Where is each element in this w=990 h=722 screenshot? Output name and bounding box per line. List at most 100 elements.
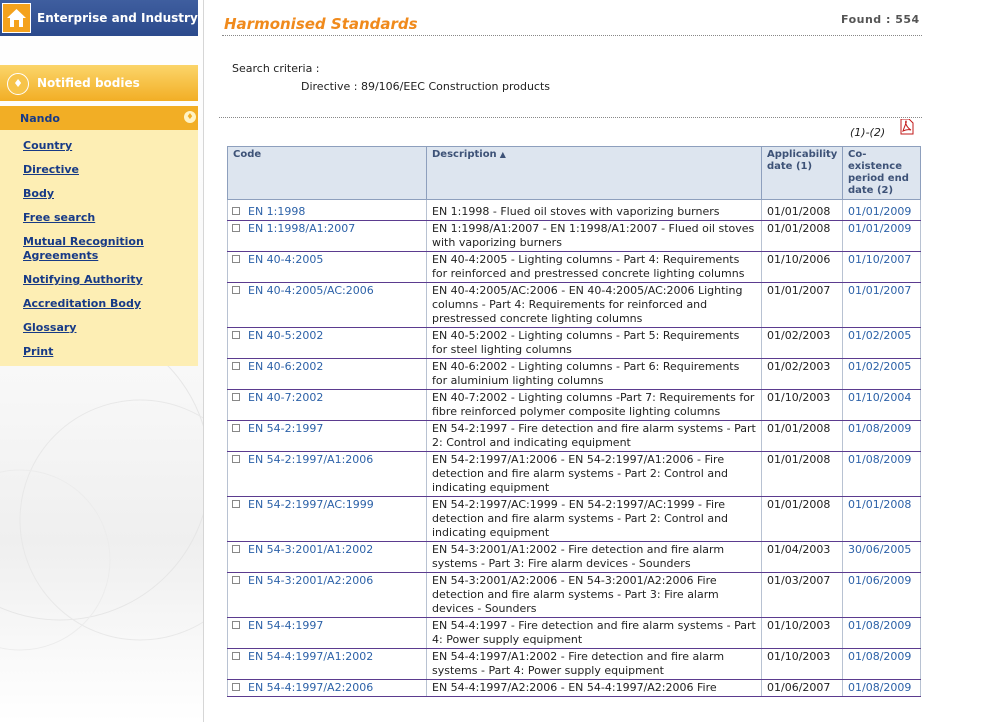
row-checkbox[interactable]	[232, 255, 240, 263]
menu-item-notifying-authority[interactable]: Notifying Authority	[23, 273, 143, 287]
coexistence-date-link[interactable]: 01/10/2004	[848, 391, 911, 404]
row-checkbox[interactable]	[232, 500, 240, 508]
coexistence-date-link[interactable]: 01/01/2009	[848, 205, 911, 218]
menu-item-mutual-recognition-agreements[interactable]: Mutual Recognition Agreements	[23, 235, 153, 263]
standard-code-link[interactable]: EN 40-4:2005	[248, 253, 323, 266]
sort-ascending-icon: ▲	[499, 150, 506, 159]
description-cell: EN 54-3:2001/A1:2002 - Fire detection an…	[426, 541, 762, 573]
row-checkbox[interactable]	[232, 683, 240, 691]
coexistence-date-cell: 01/01/2009	[842, 204, 921, 221]
table-row: EN 54-4:1997/A1:2002 EN 54-4:1997/A1:2002…	[227, 648, 921, 680]
menu-item-body[interactable]: Body	[23, 187, 54, 201]
home-icon	[2, 3, 31, 33]
coexistence-date-cell: 01/01/2009	[842, 220, 921, 252]
applicability-date: 01/10/2003	[761, 617, 843, 649]
menu-item-country[interactable]: Country	[23, 139, 72, 153]
standard-code-link[interactable]: EN 1:1998/A1:2007	[248, 222, 355, 235]
coexistence-date-link[interactable]: 30/06/2005	[848, 543, 911, 556]
standard-code-link[interactable]: EN 54-4:1997	[248, 619, 323, 632]
coexistence-date-link[interactable]: 01/01/2008	[848, 498, 911, 511]
coexistence-date-link[interactable]: 01/02/2005	[848, 360, 911, 373]
applicability-date: 01/01/2008	[761, 496, 843, 542]
coexistence-date-cell: 01/01/2007	[842, 282, 921, 328]
standard-code-link[interactable]: EN 54-2:1997/A1:2006	[248, 453, 373, 466]
code-cell: EN 40-4:2005/AC:2006	[227, 282, 427, 328]
standard-code-link[interactable]: EN 40-6:2002	[248, 360, 323, 373]
row-checkbox[interactable]	[232, 393, 240, 401]
column-header-code[interactable]: Code	[227, 146, 427, 200]
code-cell: EN 54-4:1997/A2:2006	[227, 679, 427, 697]
table-row: EN 54-2:1997 EN 54-2:1997 - Fire detectio…	[227, 420, 921, 452]
coexistence-date-cell: 01/08/2009	[842, 679, 921, 697]
coexistence-date-link[interactable]: 01/01/2007	[848, 284, 911, 297]
row-checkbox[interactable]	[232, 652, 240, 660]
coexistence-date-link[interactable]: 01/10/2007	[848, 253, 911, 266]
code-cell: EN 1:1998	[227, 204, 427, 221]
coexistence-date-link[interactable]: 01/08/2009	[848, 681, 911, 694]
column-header-applicability[interactable]: Applicability date (1)	[761, 146, 843, 200]
row-checkbox[interactable]	[232, 424, 240, 432]
table-header-row: Code Description ▲ Applicability date (1)…	[227, 146, 921, 200]
column-header-coexistence[interactable]: Co-existence period end date (2)	[842, 146, 921, 200]
standard-code-link[interactable]: EN 54-3:2001/A1:2002	[248, 543, 373, 556]
code-cell: EN 40-6:2002	[227, 358, 427, 390]
pdf-icon[interactable]	[900, 118, 914, 135]
row-checkbox[interactable]	[232, 207, 240, 215]
code-cell: EN 54-2:1997/AC:1999	[227, 496, 427, 542]
description-cell: EN 1:1998 - Flued oil stoves with vapori…	[426, 204, 762, 221]
standard-code-link[interactable]: EN 54-4:1997/A2:2006	[248, 681, 373, 694]
code-cell: EN 54-4:1997/A1:2002	[227, 648, 427, 680]
nando-menu: Country Directive Body Free search Mutua…	[0, 130, 198, 366]
standard-code-link[interactable]: EN 40-5:2002	[248, 329, 323, 342]
standard-code-link[interactable]: EN 54-4:1997/A1:2002	[248, 650, 373, 663]
pagination[interactable]: (1)-(2)	[850, 126, 885, 139]
menu-item-print[interactable]: Print	[23, 345, 53, 359]
row-checkbox[interactable]	[232, 576, 240, 584]
criteria-divider	[219, 117, 922, 118]
coexistence-date-link[interactable]: 01/08/2009	[848, 619, 911, 632]
enterprise-industry-link[interactable]: Enterprise and Industry	[0, 0, 198, 36]
menu-item-directive[interactable]: Directive	[23, 163, 79, 177]
standard-code-link[interactable]: EN 54-2:1997/AC:1999	[248, 498, 374, 511]
coexistence-date-link[interactable]: 01/01/2009	[848, 222, 911, 235]
notified-bodies-label: Notified bodies	[37, 76, 140, 90]
code-cell: EN 54-4:1997	[227, 617, 427, 649]
coexistence-date-link[interactable]: 01/08/2009	[848, 453, 911, 466]
coexistence-date-link[interactable]: 01/08/2009	[848, 650, 911, 663]
row-checkbox[interactable]	[232, 224, 240, 232]
code-cell: EN 40-5:2002	[227, 327, 427, 359]
row-checkbox[interactable]	[232, 362, 240, 370]
description-cell: EN 54-4:1997/A1:2002 - Fire detection an…	[426, 648, 762, 680]
sidebar: Enterprise and Industry ♦ Notified bodie…	[0, 0, 204, 722]
applicability-date: 01/01/2008	[761, 204, 843, 221]
code-cell: EN 54-2:1997	[227, 420, 427, 452]
coexistence-date-link[interactable]: 01/08/2009	[848, 422, 911, 435]
row-checkbox[interactable]	[232, 331, 240, 339]
standard-code-link[interactable]: EN 40-4:2005/AC:2006	[248, 284, 374, 297]
menu-item-accreditation-body[interactable]: Accreditation Body	[23, 297, 141, 311]
notified-bodies-link[interactable]: ♦ Notified bodies	[0, 65, 198, 101]
coexistence-date-link[interactable]: 01/06/2009	[848, 574, 911, 587]
nando-section-header[interactable]: Nando ♦	[0, 106, 198, 130]
row-checkbox[interactable]	[232, 545, 240, 553]
row-checkbox[interactable]	[232, 455, 240, 463]
menu-item-free-search[interactable]: Free search	[23, 211, 95, 225]
applicability-date: 01/01/2008	[761, 220, 843, 252]
table-row: EN 1:1998 EN 1:1998 - Flued oil stoves wi…	[227, 204, 921, 221]
coexistence-date-link[interactable]: 01/02/2005	[848, 329, 911, 342]
column-header-description[interactable]: Description ▲	[426, 146, 762, 200]
description-cell: EN 54-4:1997/A2:2006 - EN 54-4:1997/A2:2…	[426, 679, 762, 697]
row-checkbox[interactable]	[232, 621, 240, 629]
standard-code-link[interactable]: EN 40-7:2002	[248, 391, 323, 404]
row-checkbox[interactable]	[232, 286, 240, 294]
standard-code-link[interactable]: EN 54-2:1997	[248, 422, 323, 435]
standard-code-link[interactable]: EN 1:1998	[248, 205, 305, 218]
applicability-date: 01/10/2003	[761, 389, 843, 421]
description-cell: EN 54-2:1997 - Fire detection and fire a…	[426, 420, 762, 452]
results-count: Found : 554	[841, 13, 920, 26]
table-row: EN 54-4:1997 EN 54-4:1997 - Fire detectio…	[227, 617, 921, 649]
standard-code-link[interactable]: EN 54-3:2001/A2:2006	[248, 574, 373, 587]
coexistence-date-cell: 01/02/2005	[842, 327, 921, 359]
menu-item-glossary[interactable]: Glossary	[23, 321, 76, 335]
coexistence-date-cell: 01/08/2009	[842, 617, 921, 649]
